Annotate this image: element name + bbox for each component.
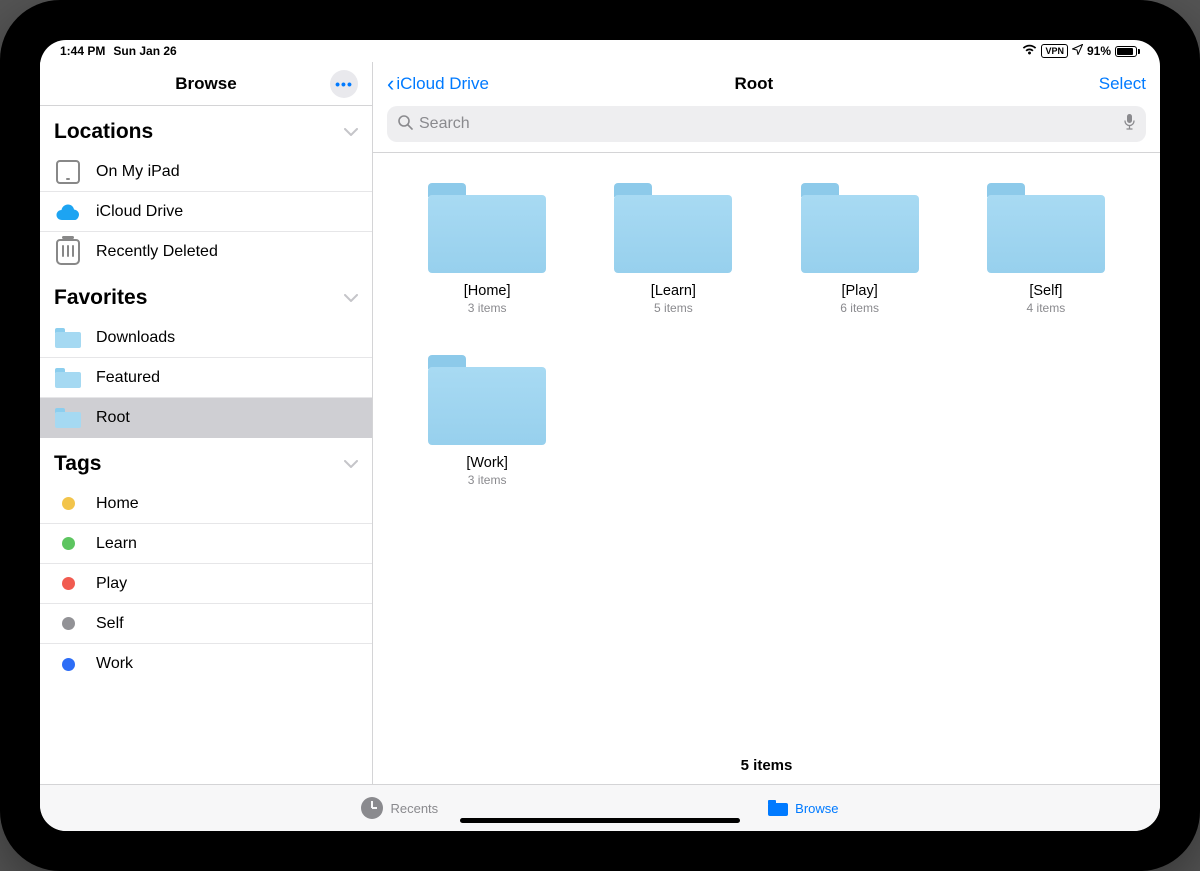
wifi-icon <box>1022 44 1037 58</box>
sidebar-item-root[interactable]: Root <box>40 398 372 438</box>
chevron-left-icon: ‹ <box>387 71 394 97</box>
section-header-locations[interactable]: Locations <box>40 106 372 152</box>
content-title: Root <box>409 74 1099 94</box>
folder-count: 4 items <box>1027 301 1066 315</box>
tag-dot-icon <box>62 658 75 671</box>
folder-count: 3 items <box>468 301 507 315</box>
clock-icon <box>361 797 383 819</box>
sidebar-tag-self[interactable]: Self <box>40 604 372 644</box>
sidebar-tag-work[interactable]: Work <box>40 644 372 684</box>
tag-dot-icon <box>62 537 75 550</box>
status-date: Sun Jan 26 <box>113 44 176 58</box>
screen: 1:44 PM Sun Jan 26 VPN 91% Browse ••• Lo… <box>40 40 1160 831</box>
more-button[interactable]: ••• <box>330 70 358 98</box>
sidebar-item-label: Root <box>96 409 130 427</box>
folder-icon <box>987 183 1105 273</box>
folder-icon <box>55 368 81 388</box>
sidebar-item-label: On My iPad <box>96 163 180 181</box>
chevron-down-icon <box>344 123 358 141</box>
section-header-favorites[interactable]: Favorites <box>40 272 372 318</box>
location-icon <box>1072 44 1083 58</box>
sidebar-item-label: iCloud Drive <box>96 203 183 221</box>
tab-label: Recents <box>390 801 438 816</box>
folder-name: [Work] <box>466 455 508 471</box>
sidebar-item-label: Play <box>96 575 127 593</box>
sidebar-header: Browse ••• <box>40 62 372 106</box>
trash-icon <box>56 239 80 265</box>
content-pane: ‹ iCloud Drive Root Select [Home] 3 item… <box>373 62 1160 784</box>
sidebar-item-label: Recently Deleted <box>96 243 218 261</box>
section-title: Tags <box>54 452 101 476</box>
folder-name: [Play] <box>841 283 877 299</box>
sidebar-item-on-my-ipad[interactable]: On My iPad <box>40 152 372 192</box>
sidebar-item-label: Learn <box>96 535 137 553</box>
sidebar-item-label: Work <box>96 655 133 673</box>
mic-icon[interactable] <box>1123 113 1136 136</box>
sidebar-item-label: Featured <box>96 369 160 387</box>
section-title: Locations <box>54 120 153 144</box>
tab-browse[interactable]: Browse <box>768 800 838 816</box>
folder-icon <box>801 183 919 273</box>
section-header-tags[interactable]: Tags <box>40 438 372 484</box>
folder-name: [Self] <box>1029 283 1062 299</box>
folder-home[interactable]: [Home] 3 items <box>409 183 565 315</box>
folder-icon <box>614 183 732 273</box>
chevron-down-icon <box>344 289 358 307</box>
sidebar-title: Browse <box>175 74 236 93</box>
sidebar-item-label: Self <box>96 615 124 633</box>
content-header: ‹ iCloud Drive Root Select <box>373 62 1160 106</box>
folder-icon <box>55 328 81 348</box>
sidebar-item-label: Downloads <box>96 329 175 347</box>
folder-icon <box>428 355 546 445</box>
sidebar-item-recently-deleted[interactable]: Recently Deleted <box>40 232 372 272</box>
tag-dot-icon <box>62 617 75 630</box>
battery-icon <box>1115 46 1140 57</box>
folder-count: 3 items <box>468 473 507 487</box>
search-bar[interactable] <box>387 106 1146 142</box>
bottom-tab-bar: Recents Browse <box>40 785 1160 831</box>
tag-dot-icon <box>62 577 75 590</box>
bezel: 1:44 PM Sun Jan 26 VPN 91% Browse ••• Lo… <box>24 24 1176 847</box>
items-summary: 5 items <box>373 741 1160 784</box>
battery-percent: 91% <box>1087 44 1111 58</box>
folder-name: [Home] <box>464 283 511 299</box>
sidebar-item-downloads[interactable]: Downloads <box>40 318 372 358</box>
files-app: Browse ••• Locations On My iPad iCloud D… <box>40 62 1160 831</box>
cloud-icon <box>54 198 82 226</box>
sidebar-tag-home[interactable]: Home <box>40 484 372 524</box>
folder-count: 6 items <box>840 301 879 315</box>
search-input[interactable] <box>419 115 1117 133</box>
folder-work[interactable]: [Work] 3 items <box>409 355 565 487</box>
tab-recents[interactable]: Recents <box>361 797 438 819</box>
section-title: Favorites <box>54 286 147 310</box>
status-bar: 1:44 PM Sun Jan 26 VPN 91% <box>40 40 1160 62</box>
home-indicator[interactable] <box>460 818 740 823</box>
folder-self[interactable]: [Self] 4 items <box>968 183 1124 315</box>
ipad-icon <box>56 160 80 184</box>
tag-dot-icon <box>62 497 75 510</box>
folder-icon <box>55 408 81 428</box>
folder-name: [Learn] <box>651 283 696 299</box>
ipad-frame: 1:44 PM Sun Jan 26 VPN 91% Browse ••• Lo… <box>0 0 1200 871</box>
sidebar: Browse ••• Locations On My iPad iCloud D… <box>40 62 373 784</box>
sidebar-item-label: Home <box>96 495 139 513</box>
select-button[interactable]: Select <box>1099 74 1146 94</box>
sidebar-tag-play[interactable]: Play <box>40 564 372 604</box>
folder-learn[interactable]: [Learn] 5 items <box>595 183 751 315</box>
ellipsis-icon: ••• <box>335 76 353 92</box>
folder-icon <box>768 800 788 816</box>
folder-icon <box>428 183 546 273</box>
search-icon <box>397 114 413 135</box>
folder-grid: [Home] 3 items [Learn] 5 items [Play] 6 … <box>373 153 1160 741</box>
vpn-badge: VPN <box>1041 44 1068 58</box>
folder-count: 5 items <box>654 301 693 315</box>
status-time: 1:44 PM <box>60 44 105 58</box>
sidebar-item-featured[interactable]: Featured <box>40 358 372 398</box>
sidebar-tag-learn[interactable]: Learn <box>40 524 372 564</box>
sidebar-item-icloud-drive[interactable]: iCloud Drive <box>40 192 372 232</box>
chevron-down-icon <box>344 455 358 473</box>
tab-label: Browse <box>795 801 838 816</box>
folder-play[interactable]: [Play] 6 items <box>782 183 938 315</box>
